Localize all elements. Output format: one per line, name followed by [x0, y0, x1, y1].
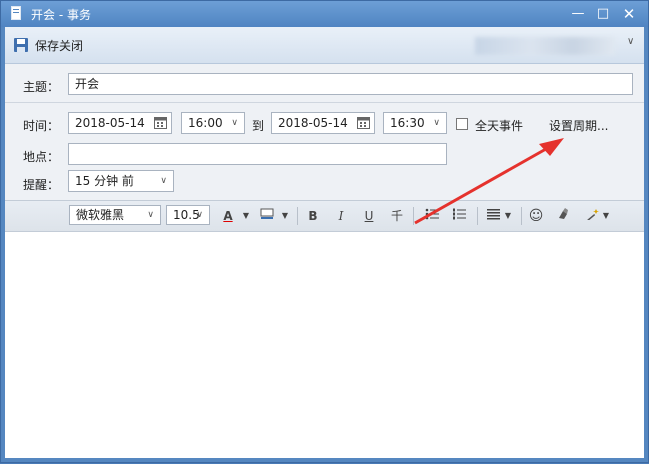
chevron-down-icon: ∨: [231, 118, 238, 128]
numbered-list-icon[interactable]: [450, 207, 468, 225]
location-label: 地点：: [23, 150, 60, 164]
align-icon[interactable]: [485, 207, 501, 225]
format-toolbar: 微软雅黑 ∨ 10.5 ∨ A ▼ ▼ B I U 千 ▼ ☺ ▼: [5, 200, 644, 232]
font-name-select[interactable]: 微软雅黑 ∨: [69, 205, 161, 225]
chevron-down-icon: ∨: [196, 210, 203, 220]
chevron-down-icon[interactable]: ▼: [601, 207, 611, 225]
maximize-icon[interactable]: □: [593, 5, 613, 23]
window-title: 开会 - 事务: [31, 8, 91, 22]
chevron-down-icon[interactable]: ▼: [503, 207, 513, 225]
title-bar: 开会 - 事务 — □ ✕: [1, 1, 648, 27]
chevron-down-icon[interactable]: ▼: [241, 207, 251, 225]
italic-button[interactable]: I: [333, 207, 349, 225]
calendar-icon[interactable]: [154, 116, 167, 129]
bold-button[interactable]: B: [305, 207, 321, 225]
emoji-icon[interactable]: ☺: [528, 207, 544, 225]
subject-input[interactable]: 开会: [68, 73, 633, 95]
subject-label: 主题：: [23, 80, 60, 94]
start-time-select[interactable]: 16:00 ∨: [181, 112, 245, 134]
font-color-icon[interactable]: A: [221, 207, 235, 225]
bullet-list-icon[interactable]: [423, 207, 441, 225]
strikethrough-button[interactable]: 千: [389, 207, 405, 225]
chevron-down-icon: ∨: [147, 210, 154, 220]
start-date-value: 2018-05-14: [75, 116, 145, 130]
save-close-label: 保存关闭: [35, 38, 84, 53]
reminder-label: 提醒：: [23, 178, 60, 192]
underline-button[interactable]: U: [361, 207, 377, 225]
clear-format-icon[interactable]: [555, 207, 571, 225]
recurrence-link[interactable]: 设置周期...: [549, 117, 608, 134]
blurred-account: [475, 37, 615, 55]
all-day-label: 全天事件: [475, 119, 524, 133]
magic-wand-icon[interactable]: [585, 207, 601, 225]
toolbar: 保存关闭 ∨: [5, 27, 644, 64]
save-close-button[interactable]: 保存关闭: [13, 33, 83, 57]
end-date-value: 2018-05-14: [278, 116, 348, 130]
end-time-select[interactable]: 16:30 ∨: [383, 112, 447, 134]
to-label: 到: [252, 119, 265, 133]
minimize-icon[interactable]: —: [568, 5, 588, 23]
divider: [297, 207, 298, 225]
start-date-field[interactable]: 2018-05-14: [68, 112, 172, 134]
divider: [521, 207, 522, 225]
event-window: 开会 - 事务 — □ ✕ 保存关闭 ∨ 主题： 开会 时间： 2018-05-…: [0, 0, 649, 463]
font-size-select[interactable]: 10.5 ∨: [166, 205, 210, 225]
chevron-down-icon[interactable]: ▼: [280, 207, 290, 225]
chevron-down-icon: ∨: [160, 176, 167, 186]
divider: [5, 102, 644, 103]
calendar-icon[interactable]: [357, 116, 370, 129]
highlight-icon[interactable]: [259, 207, 275, 225]
end-date-field[interactable]: 2018-05-14: [271, 112, 375, 134]
end-time-value: 16:30: [390, 116, 425, 130]
chevron-down-icon: ∨: [433, 118, 440, 128]
all-day-checkbox[interactable]: [456, 118, 468, 130]
save-icon: [14, 38, 28, 52]
location-input[interactable]: [68, 143, 447, 165]
time-label: 时间：: [23, 119, 60, 133]
font-name-value: 微软雅黑: [76, 208, 125, 222]
start-time-value: 16:00: [188, 116, 223, 130]
reminder-value: 15 分钟 前: [75, 174, 134, 188]
document-icon: [11, 6, 21, 20]
divider: [477, 207, 478, 225]
body-editor[interactable]: [5, 232, 644, 458]
reminder-select[interactable]: 15 分钟 前 ∨: [68, 170, 174, 192]
close-icon[interactable]: ✕: [619, 5, 639, 23]
chevron-down-icon[interactable]: ∨: [627, 36, 634, 47]
divider: [413, 207, 414, 225]
